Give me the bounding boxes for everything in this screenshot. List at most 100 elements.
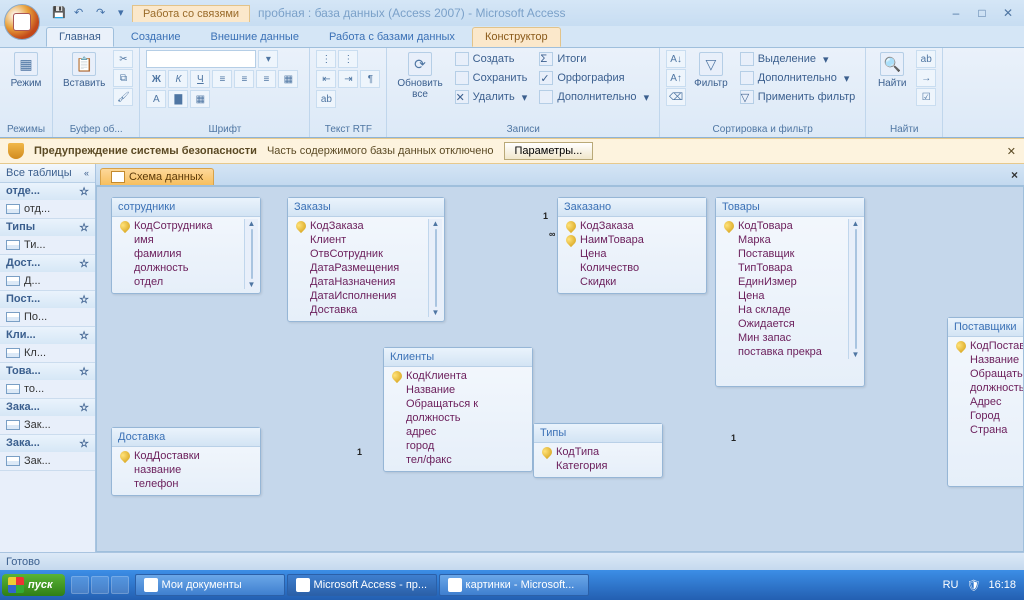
- field[interactable]: Клиент: [290, 233, 428, 247]
- scrollbar[interactable]: ▲▼: [428, 219, 442, 317]
- paste-button[interactable]: 📋Вставить: [59, 50, 109, 91]
- align-center-icon[interactable]: ≡: [234, 70, 254, 88]
- sort-asc-icon[interactable]: A↓: [666, 50, 686, 68]
- table-title[interactable]: Типы: [534, 424, 662, 443]
- field[interactable]: Скидки: [560, 275, 704, 289]
- table-delivery[interactable]: ДоставкаКодДоставкиназваниетелефон: [111, 427, 261, 496]
- field[interactable]: Название: [950, 353, 1024, 367]
- scroll-up-icon[interactable]: ▲: [248, 219, 256, 228]
- ql-ie-icon[interactable]: [71, 576, 89, 594]
- qat-dropdown-icon[interactable]: ▾: [118, 6, 132, 20]
- align-right-icon[interactable]: ≡: [256, 70, 276, 88]
- selection-filter-button[interactable]: Выделение ▾: [736, 50, 860, 68]
- table-goods[interactable]: ТоварыКодТовараМаркаПоставщикТипТовараЕд…: [715, 197, 865, 387]
- select-icon[interactable]: ☑: [916, 88, 936, 106]
- task-documents[interactable]: Мои документы: [135, 574, 285, 596]
- field[interactable]: ДатаРазмещения: [290, 261, 428, 275]
- nav-group-header[interactable]: Това...☆: [0, 363, 95, 380]
- ltr-icon[interactable]: ¶: [360, 70, 380, 88]
- field[interactable]: КодДоставки: [114, 449, 258, 463]
- field[interactable]: На складе: [718, 303, 848, 317]
- field[interactable]: Адрес: [950, 395, 1024, 409]
- tray-icon[interactable]: 🛡: [967, 579, 981, 592]
- field[interactable]: КодТипа: [536, 445, 660, 459]
- copy-icon[interactable]: ⧉: [113, 69, 133, 87]
- scroll-up-icon[interactable]: ▲: [852, 219, 860, 228]
- table-title[interactable]: сотрудники: [112, 198, 260, 217]
- find-button[interactable]: 🔍Найти: [872, 50, 912, 91]
- toggle-filter-button[interactable]: ▽Применить фильтр: [736, 88, 860, 106]
- scrollbar[interactable]: ▲▼: [848, 219, 862, 359]
- field[interactable]: Цена: [718, 289, 848, 303]
- delete-record-button[interactable]: ✕Удалить ▾: [451, 88, 532, 106]
- field[interactable]: отдел: [114, 275, 244, 289]
- table-employees[interactable]: сотрудникиКодСотрудникаимяфамилиядолжнос…: [111, 197, 261, 294]
- field[interactable]: имя: [114, 233, 244, 247]
- nav-group-header[interactable]: Пост...☆: [0, 291, 95, 308]
- numbering-icon[interactable]: ⋮: [338, 50, 358, 68]
- field[interactable]: Марка: [718, 233, 848, 247]
- field[interactable]: Обращаться к: [386, 397, 530, 411]
- tab-constructor[interactable]: Конструктор: [472, 27, 561, 47]
- doc-tab-schema[interactable]: Схема данных: [100, 168, 214, 185]
- nav-item[interactable]: Д...: [0, 272, 95, 290]
- close-button[interactable]: ✕: [998, 6, 1018, 20]
- italic-icon[interactable]: К: [168, 70, 188, 88]
- field[interactable]: Количество: [560, 261, 704, 275]
- field[interactable]: ДатаИсполнения: [290, 289, 428, 303]
- field[interactable]: ЕдинИзмер: [718, 275, 848, 289]
- field[interactable]: фамилия: [114, 247, 244, 261]
- nav-group-header[interactable]: Зака...☆: [0, 399, 95, 416]
- replace-icon[interactable]: ab: [916, 50, 936, 68]
- table-title[interactable]: Товары: [716, 198, 864, 217]
- gridlines-icon[interactable]: ▦: [278, 70, 298, 88]
- tab-dbtools[interactable]: Работа с базами данных: [316, 27, 468, 47]
- relationships-canvas[interactable]: 1 ∞ 1 ∞ ∞ 1 1 1 1 1 сотрудникиКодСотрудн…: [96, 186, 1024, 552]
- tab-create[interactable]: Создание: [118, 27, 194, 47]
- field[interactable]: КодТовара: [718, 219, 848, 233]
- font-family-select[interactable]: [146, 50, 256, 68]
- field[interactable]: Поставщик: [718, 247, 848, 261]
- field[interactable]: Ожидается: [718, 317, 848, 331]
- field[interactable]: поставка прекра: [718, 345, 848, 359]
- task-access[interactable]: Microsoft Access - пр...: [287, 574, 437, 596]
- nav-collapse-icon[interactable]: «: [84, 168, 89, 178]
- nav-item[interactable]: то...: [0, 380, 95, 398]
- ql-desktop-icon[interactable]: [91, 576, 109, 594]
- minimize-button[interactable]: –: [946, 6, 966, 20]
- table-title[interactable]: Клиенты: [384, 348, 532, 367]
- task-paint[interactable]: картинки - Microsoft...: [439, 574, 589, 596]
- field[interactable]: Город: [950, 409, 1024, 423]
- field[interactable]: адрес: [386, 425, 530, 439]
- field[interactable]: телефон: [114, 477, 258, 491]
- fill-color-icon[interactable]: ▇: [168, 90, 188, 108]
- nav-item[interactable]: Зак...: [0, 452, 95, 470]
- nav-header[interactable]: Все таблицы«: [0, 164, 95, 183]
- field[interactable]: КодПоставщика: [950, 339, 1024, 353]
- field[interactable]: должность: [114, 261, 244, 275]
- tab-external[interactable]: Внешние данные: [198, 27, 312, 47]
- office-button[interactable]: [4, 4, 40, 40]
- nav-group-header[interactable]: Дост...☆: [0, 255, 95, 272]
- nav-item[interactable]: По...: [0, 308, 95, 326]
- format-painter-icon[interactable]: 🖌: [113, 88, 133, 106]
- highlight-icon[interactable]: ab: [316, 90, 336, 108]
- field[interactable]: КодЗаказа: [560, 219, 704, 233]
- language-indicator[interactable]: RU: [943, 579, 959, 591]
- field[interactable]: Категория: [536, 459, 660, 473]
- field[interactable]: Страна: [950, 423, 1024, 437]
- advanced-filter-button[interactable]: Дополнительно ▾: [736, 69, 860, 87]
- field[interactable]: НаимТовара: [560, 233, 704, 247]
- scroll-up-icon[interactable]: ▲: [432, 219, 440, 228]
- more-records-button[interactable]: Дополнительно ▾: [535, 88, 653, 106]
- security-options-button[interactable]: Параметры...: [504, 142, 594, 160]
- view-button[interactable]: ▦Режим: [6, 50, 46, 91]
- field[interactable]: ДатаНазначения: [290, 275, 428, 289]
- field[interactable]: Цена: [560, 247, 704, 261]
- decrease-indent-icon[interactable]: ⇤: [316, 70, 336, 88]
- table-orders[interactable]: ЗаказыКодЗаказаКлиентОтвСотрудникДатаРаз…: [287, 197, 445, 322]
- field[interactable]: Название: [386, 383, 530, 397]
- alt-fill-icon[interactable]: ▦: [190, 90, 210, 108]
- spelling-button[interactable]: ✓Орфография: [535, 69, 653, 87]
- table-suppliers[interactable]: ПоставщикиКодПоставщикаНазваниеОбращатьс…: [947, 317, 1024, 487]
